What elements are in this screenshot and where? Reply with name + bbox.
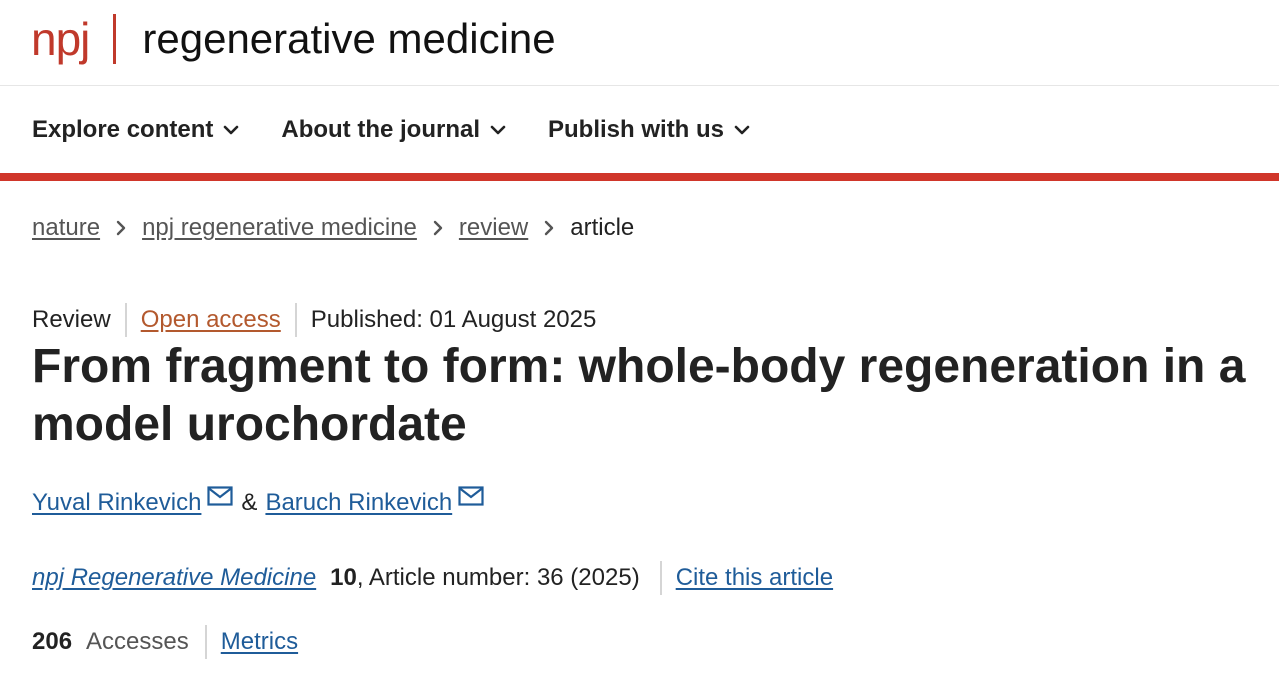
- metrics-link[interactable]: Metrics: [221, 628, 298, 656]
- article-metrics: 206 Accesses Metrics: [32, 624, 298, 660]
- citation-divider: [659, 561, 662, 595]
- author-separator: &: [241, 489, 258, 516]
- author-link[interactable]: Yuval Rinkevich: [32, 489, 201, 517]
- site-header: npj regenerative medicine: [0, 0, 1279, 86]
- metrics-divider: [204, 625, 207, 659]
- nav-publish-with-us[interactable]: Publish with us: [548, 116, 750, 144]
- chevron-right-icon: [116, 220, 126, 236]
- nav-item-label: Publish with us: [548, 116, 725, 143]
- citation-line: npj Regenerative Medicine 10 , Article n…: [32, 560, 833, 596]
- nav-item-label: Explore content: [32, 116, 214, 143]
- breadcrumb-item-nature[interactable]: nature: [32, 214, 100, 242]
- nav-item-label: About the journal: [281, 116, 481, 143]
- author-list: Yuval Rinkevich & Baruch Rinkevich: [32, 486, 490, 520]
- logo-npj: npj: [31, 13, 90, 65]
- article-meta: Review Open access Published: 01 August …: [32, 302, 596, 338]
- main-nav: Explore content About the journal Publis…: [32, 110, 792, 150]
- nav-explore-content[interactable]: Explore content: [32, 116, 239, 144]
- nav-about-journal[interactable]: About the journal: [281, 116, 506, 144]
- chevron-down-icon: [490, 125, 506, 135]
- article-title: From fragment to form: whole-body regene…: [32, 340, 1246, 451]
- cite-article-link[interactable]: Cite this article: [676, 564, 833, 592]
- article-type: Review: [32, 306, 111, 333]
- author-link[interactable]: Baruch Rinkevich: [265, 489, 452, 517]
- meta-divider: [294, 303, 297, 337]
- logo-journal-title: regenerative medicine: [142, 15, 556, 62]
- accesses-label: Accesses: [86, 628, 189, 655]
- chevron-down-icon: [734, 125, 750, 135]
- mail-icon[interactable]: [207, 486, 234, 506]
- mail-icon[interactable]: [458, 486, 484, 506]
- published-date: Published: 01 August 2025: [310, 306, 597, 333]
- open-access-link[interactable]: Open access: [141, 306, 281, 334]
- logo-divider: [113, 14, 117, 64]
- journal-link[interactable]: npj Regenerative Medicine: [32, 564, 316, 592]
- meta-divider: [124, 303, 127, 337]
- breadcrumb-item-review[interactable]: review: [459, 214, 528, 242]
- breadcrumb-item-journal[interactable]: npj regenerative medicine: [142, 214, 417, 242]
- chevron-down-icon: [224, 125, 239, 135]
- article-number: , Article number: 36 (2025): [356, 564, 640, 591]
- volume-number: 10: [330, 564, 357, 591]
- accesses-count: 206: [32, 628, 73, 655]
- brand-divider-bar: [0, 173, 1279, 181]
- breadcrumb: nature npj regenerative medicine review …: [32, 214, 634, 242]
- breadcrumb-current: article: [570, 214, 635, 241]
- chevron-right-icon: [433, 220, 443, 236]
- chevron-right-icon: [544, 220, 554, 236]
- journal-logo[interactable]: npj regenerative medicine: [31, 8, 556, 70]
